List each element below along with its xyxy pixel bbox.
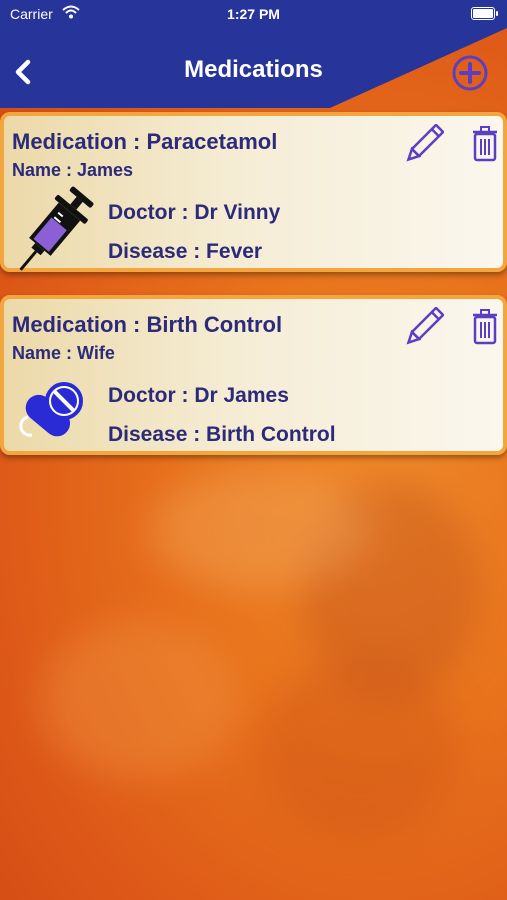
status-bar: Carrier 1:27 PM	[0, 0, 507, 28]
syringe-icon	[19, 186, 94, 271]
patient-name-label: Name : Wife	[12, 343, 115, 363]
edit-button[interactable]	[404, 307, 444, 347]
battery-icon	[471, 7, 498, 20]
medication-label: Medication : Paracetamol	[12, 129, 278, 154]
add-medication-button[interactable]	[451, 54, 489, 92]
page-title: Medications	[184, 56, 323, 83]
medication-card[interactable]: Medication : Birth Control Name : Wife D…	[0, 295, 507, 455]
medication-card[interactable]: Medication : Paracetamol Name : James Do…	[0, 112, 507, 272]
delete-button[interactable]	[470, 309, 500, 345]
medication-label: Medication : Birth Control	[12, 312, 283, 337]
disease-label: Disease : Fever	[108, 240, 263, 263]
delete-button[interactable]	[470, 126, 500, 162]
doctor-label: Doctor : Dr James	[108, 384, 289, 407]
patient-name-label: Name : James	[12, 160, 134, 180]
doctor-label: Doctor : Dr Vinny	[108, 201, 281, 224]
edit-button[interactable]	[404, 124, 444, 164]
status-time: 1:27 PM	[227, 6, 280, 22]
disease-label: Disease : Birth Control	[108, 423, 336, 446]
pills-icon	[19, 382, 83, 437]
